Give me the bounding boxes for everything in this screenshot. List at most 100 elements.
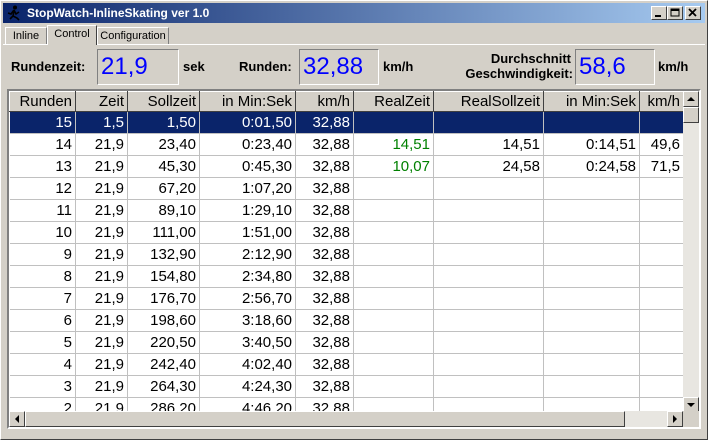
- table-cell: [433, 221, 544, 244]
- tab-configuration[interactable]: Configuration: [97, 27, 169, 45]
- vertical-scrollbar[interactable]: [683, 91, 699, 413]
- table-row[interactable]: 12 21,9 67,20 1:07,20 32,88: [9, 177, 684, 200]
- table-cell: 1:29,10: [199, 199, 296, 222]
- table-cell: [353, 111, 434, 134]
- table-cell: 1,5: [75, 111, 128, 134]
- tab-inline[interactable]: Inline: [5, 27, 47, 45]
- minimize-button[interactable]: [651, 6, 667, 20]
- maximize-button[interactable]: [667, 6, 683, 20]
- table-cell: [543, 199, 640, 222]
- table-cell: 15: [9, 111, 76, 134]
- table-cell: 13: [9, 155, 76, 178]
- table-cell: 32,88: [295, 199, 354, 222]
- table-cell: 14: [9, 133, 76, 156]
- table-cell: [543, 177, 640, 200]
- table-cell: [433, 111, 544, 134]
- runden-value: 32,88: [299, 49, 379, 85]
- column-header[interactable]: Sollzeit: [127, 91, 200, 112]
- scroll-up-button[interactable]: [683, 91, 699, 107]
- table-cell: [543, 111, 640, 134]
- table-cell: 14,51: [433, 133, 544, 156]
- table-cell: 14,51: [353, 133, 434, 156]
- table-row[interactable]: 13 21,9 45,30 0:45,30 32,88 10,07 24,58 0:24,58…: [9, 155, 684, 178]
- table-cell: [543, 353, 640, 376]
- table-cell: 2:34,80: [199, 265, 296, 288]
- table-cell: 32,88: [295, 353, 354, 376]
- table-row[interactable]: 8 21,9 154,80 2:34,80 32,88: [9, 265, 684, 288]
- table-cell: 0:45,30: [199, 155, 296, 178]
- scroll-right-button[interactable]: [667, 411, 683, 427]
- table-cell: 3:18,60: [199, 309, 296, 332]
- table-cell: 10,07: [353, 155, 434, 178]
- arrow-left-icon: [15, 415, 19, 423]
- table-cell: 89,10: [127, 199, 200, 222]
- table-cell: [353, 375, 434, 398]
- table-row[interactable]: 11 21,9 89,10 1:29,10 32,88: [9, 199, 684, 222]
- close-icon: [688, 8, 697, 17]
- table-cell: [433, 177, 544, 200]
- table-cell: 242,40: [127, 353, 200, 376]
- horizontal-scroll-thumb[interactable]: [25, 411, 625, 427]
- avg-speed-value: 58,6: [575, 49, 655, 85]
- column-header[interactable]: km/h: [639, 91, 684, 112]
- table-cell: [353, 309, 434, 332]
- table-cell: 32,88: [295, 265, 354, 288]
- table-row[interactable]: 6 21,9 198,60 3:18,60 32,88: [9, 309, 684, 332]
- table-cell: [639, 111, 684, 134]
- column-header[interactable]: in Min:Sek: [543, 91, 640, 112]
- column-header[interactable]: RealSollzeit: [433, 91, 544, 112]
- table-cell: [543, 243, 640, 266]
- table-cell: [639, 309, 684, 332]
- table-cell: 12: [9, 177, 76, 200]
- table-cell: [433, 199, 544, 222]
- table-cell: 6: [9, 309, 76, 332]
- table-cell: [353, 287, 434, 310]
- tab-control[interactable]: Control: [47, 25, 97, 45]
- close-button[interactable]: [685, 6, 701, 20]
- laps-grid[interactable]: Runden Zeit Sollzeit in Min:Sek km/h RealZeit…: [7, 89, 701, 429]
- table-cell: [353, 265, 434, 288]
- table-cell: 49,6: [639, 133, 684, 156]
- column-header[interactable]: km/h: [295, 91, 354, 112]
- table-cell: 24,58: [433, 155, 544, 178]
- table-row[interactable]: 15 1,5 1,50 0:01,50 32,88: [9, 111, 684, 134]
- table-cell: 0:14,51: [543, 133, 640, 156]
- table-cell: [543, 375, 640, 398]
- table-cell: [639, 199, 684, 222]
- vertical-scroll-thumb[interactable]: [683, 107, 699, 123]
- window-title: StopWatch-InlineSkating ver 1.0: [27, 6, 210, 20]
- table-cell: 154,80: [127, 265, 200, 288]
- skater-icon: [7, 5, 20, 21]
- table-cell: [639, 243, 684, 266]
- table-cell: [639, 353, 684, 376]
- table-row[interactable]: 3 21,9 264,30 4:24,30 32,88: [9, 375, 684, 398]
- table-cell: [639, 375, 684, 398]
- table-cell: 7: [9, 287, 76, 310]
- laps-table: Runden Zeit Sollzeit in Min:Sek km/h RealZeit…: [9, 91, 684, 420]
- column-header[interactable]: RealZeit: [353, 91, 434, 112]
- table-row[interactable]: 5 21,9 220,50 3:40,50 32,88: [9, 331, 684, 354]
- title-bar[interactable]: StopWatch-InlineSkating ver 1.0: [3, 3, 705, 23]
- table-cell: [639, 331, 684, 354]
- table-cell: [433, 243, 544, 266]
- horizontal-scrollbar[interactable]: [9, 411, 683, 427]
- table-cell: 71,5: [639, 155, 684, 178]
- table-row[interactable]: 14 21,9 23,40 0:23,40 32,88 14,51 14,51 0:14,51…: [9, 133, 684, 156]
- table-cell: [353, 199, 434, 222]
- rundenzeit-label: Rundenzeit:: [11, 59, 86, 74]
- table-cell: [639, 265, 684, 288]
- table-cell: [433, 309, 544, 332]
- table-row[interactable]: 10 21,9 111,00 1:51,00 32,88: [9, 221, 684, 244]
- table-cell: 1:51,00: [199, 221, 296, 244]
- table-row[interactable]: 9 21,9 132,90 2:12,90 32,88: [9, 243, 684, 266]
- table-cell: 21,9: [75, 133, 128, 156]
- scroll-left-button[interactable]: [9, 411, 25, 427]
- table-cell: 3: [9, 375, 76, 398]
- table-cell: [543, 265, 640, 288]
- column-header[interactable]: Zeit: [75, 91, 128, 112]
- table-cell: 1:07,20: [199, 177, 296, 200]
- column-header[interactable]: Runden: [9, 91, 76, 112]
- table-row[interactable]: 4 21,9 242,40 4:02,40 32,88: [9, 353, 684, 376]
- table-row[interactable]: 7 21,9 176,70 2:56,70 32,88: [9, 287, 684, 310]
- column-header[interactable]: in Min:Sek: [199, 91, 296, 112]
